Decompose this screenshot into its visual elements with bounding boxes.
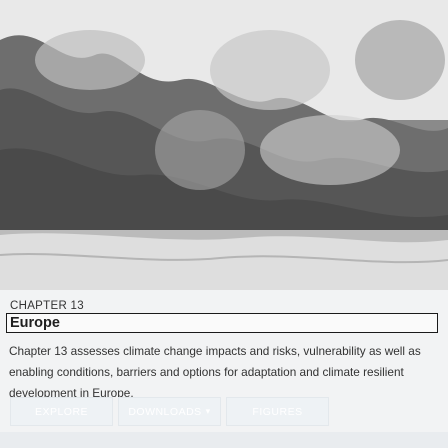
figures-button[interactable]: FIGURES xyxy=(226,397,329,426)
chapter-title: Europe xyxy=(10,315,60,331)
explore-button-label: EXPLORE xyxy=(34,405,89,418)
chapter-actions: EXPLORE DOWNLOADS ▾ FIGURES xyxy=(10,397,440,429)
chevron-down-icon: ▾ xyxy=(205,406,211,416)
explore-button[interactable]: EXPLORE xyxy=(10,397,113,426)
hero-image xyxy=(0,0,448,290)
downloads-button-label: DOWNLOADS xyxy=(128,405,202,418)
chapter-description: Chapter 13 assesses climate change impac… xyxy=(9,344,421,400)
bottom-bar xyxy=(0,432,448,448)
chapter-title-box: Europe xyxy=(6,313,438,333)
chapter-label: CHAPTER 13 xyxy=(10,300,84,312)
downloads-button[interactable]: DOWNLOADS ▾ xyxy=(118,397,221,426)
figures-button-label: FIGURES xyxy=(252,405,303,418)
hero-photo xyxy=(0,0,448,290)
